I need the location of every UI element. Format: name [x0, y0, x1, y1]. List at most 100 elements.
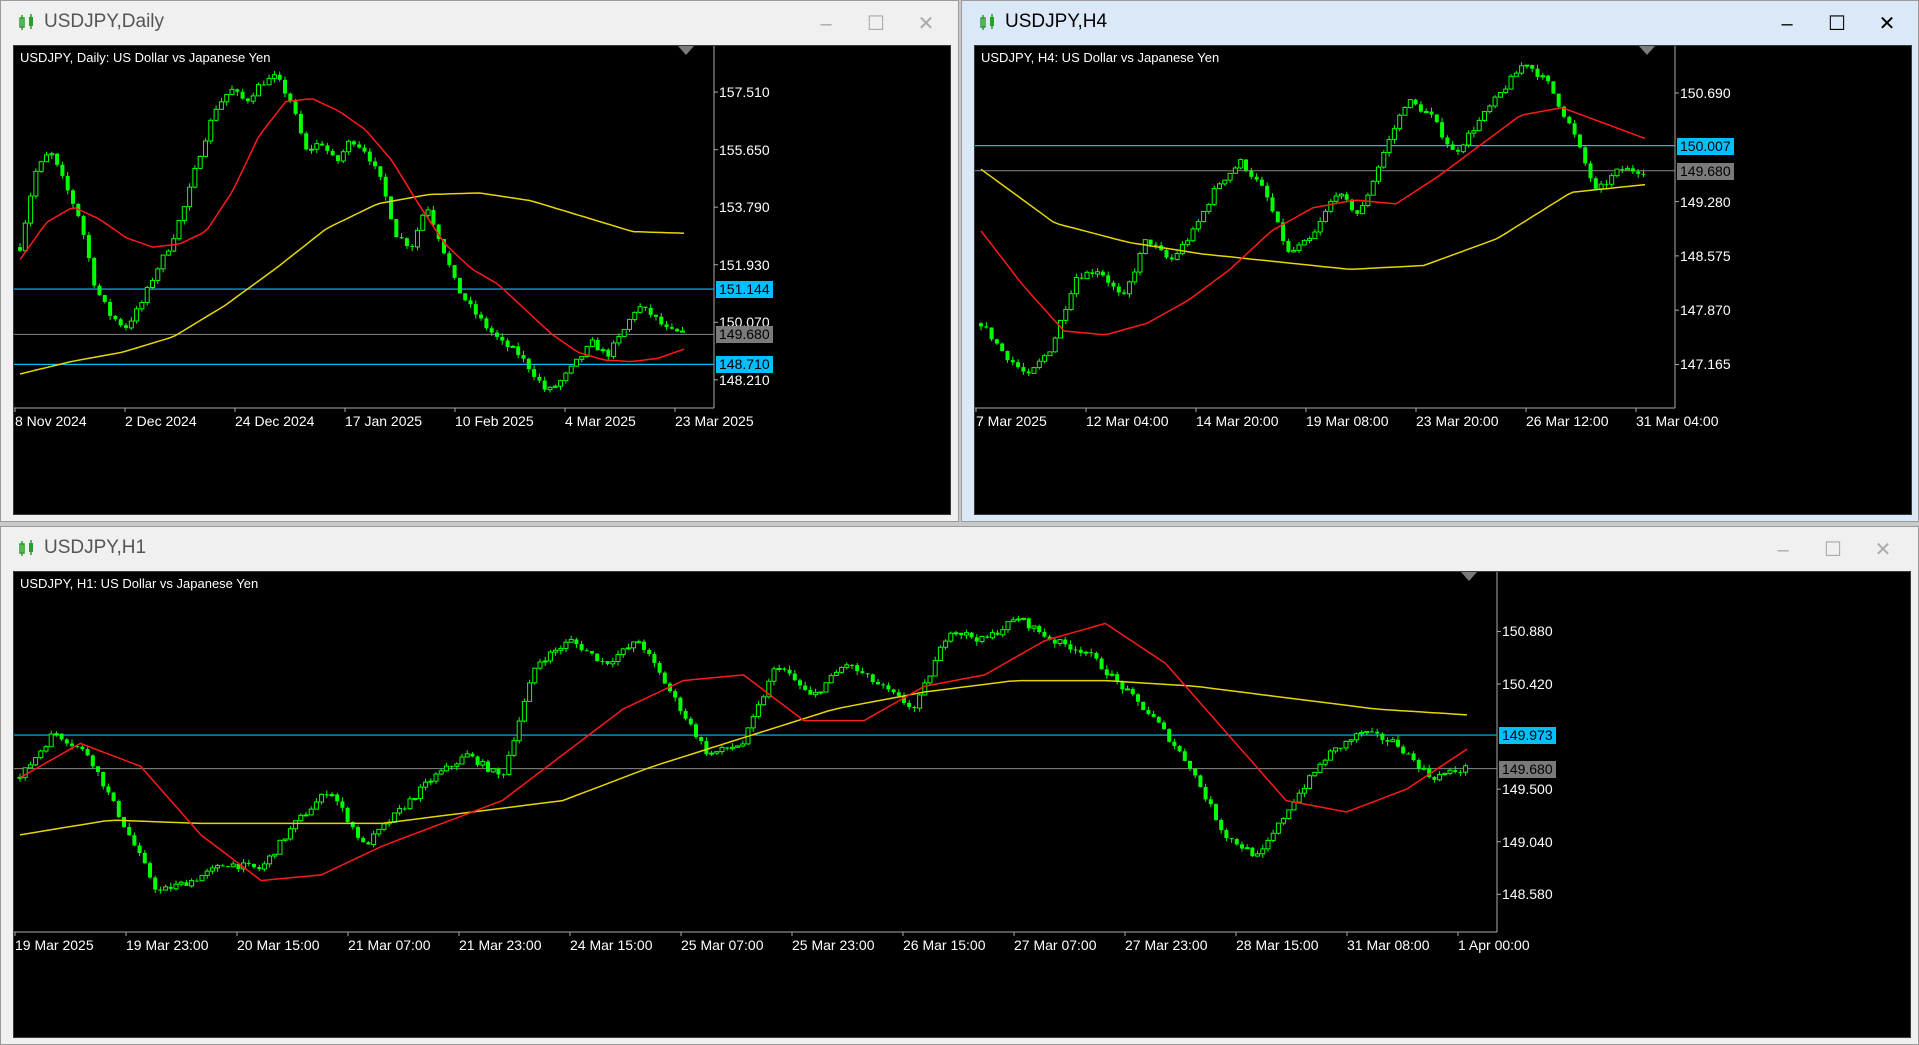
candle: [501, 773, 506, 779]
maximize-button[interactable]: ☐: [1818, 535, 1848, 565]
candle: [1193, 767, 1198, 779]
minimize-button[interactable]: –: [1768, 535, 1798, 565]
candle: [1381, 150, 1387, 169]
window-titlebar[interactable]: USDJPY,H4 – ☐ ✕: [962, 1, 1918, 45]
candle: [86, 231, 91, 262]
chart-window-daily[interactable]: USDJPY,Daily – ☐ ✕ USDJPY, Daily: US Dol…: [0, 0, 959, 522]
candle: [886, 682, 891, 692]
candle: [1234, 837, 1239, 846]
candle: [1182, 748, 1187, 762]
candle: [500, 333, 505, 345]
candle: [1232, 165, 1238, 174]
close-button[interactable]: ✕: [1872, 9, 1902, 39]
candle: [1244, 844, 1250, 850]
candle: [346, 139, 352, 155]
candle: [1614, 168, 1620, 178]
candle: [979, 322, 983, 331]
candle: [224, 93, 230, 106]
minimize-button[interactable]: –: [1772, 9, 1802, 39]
candle: [165, 249, 171, 256]
time-axis-label: 8 Nov 2024: [15, 413, 87, 429]
candle: [839, 666, 845, 674]
window-titlebar[interactable]: USDJPY,H1 – ☐ ✕: [1, 527, 1918, 571]
candle: [1057, 639, 1063, 647]
candle: [272, 853, 278, 859]
candle: [381, 823, 387, 832]
candle: [1588, 161, 1593, 183]
candle: [447, 250, 452, 268]
candle: [553, 647, 559, 656]
candle: [683, 708, 688, 721]
candle: [1259, 176, 1264, 187]
time-axis-label: 2 Dec 2024: [125, 413, 197, 429]
candle: [755, 700, 761, 719]
candle: [1370, 727, 1374, 733]
candle: [1567, 115, 1572, 125]
candle: [1201, 210, 1207, 223]
candle: [97, 283, 102, 296]
chart-window-h4[interactable]: USDJPY,H4 – ☐ ✕ USDJPY, H4: US Dollar vs…: [961, 0, 1919, 522]
candle: [1188, 760, 1192, 772]
candle: [173, 880, 179, 891]
candle: [589, 336, 595, 348]
candle: [132, 832, 137, 847]
candle: [443, 762, 449, 772]
maximize-button[interactable]: ☐: [1822, 9, 1852, 39]
minimize-button[interactable]: –: [811, 9, 841, 39]
candle: [1047, 351, 1053, 357]
chart-shift-marker-icon[interactable]: [678, 46, 694, 55]
chart-canvas[interactable]: USDJPY, Daily: US Dollar vs Japanese Yen…: [13, 45, 951, 515]
chart-canvas[interactable]: USDJPY, H1: US Dollar vs Japanese Yen 15…: [13, 571, 1911, 1038]
chart-shift-marker-icon[interactable]: [1461, 572, 1477, 581]
candle: [324, 790, 329, 799]
time-axis-label: 14 Mar 20:00: [1196, 413, 1279, 429]
close-button[interactable]: ✕: [911, 9, 941, 39]
candle: [148, 861, 152, 879]
chart-canvas[interactable]: USDJPY, H4: US Dollar vs Japanese Yen 15…: [974, 45, 1912, 515]
candle: [176, 219, 182, 241]
candle: [1162, 720, 1166, 730]
candle: [792, 670, 797, 682]
price-chart-svg[interactable]: [14, 572, 1910, 1037]
chart-window-h1[interactable]: USDJPY,H1 – ☐ ✕ USDJPY, H1: US Dollar vs…: [0, 526, 1919, 1045]
candle: [600, 658, 605, 665]
time-axis-label: 1 Apr 00:00: [1458, 937, 1530, 953]
candle: [1437, 771, 1443, 782]
window-titlebar[interactable]: USDJPY,Daily – ☐ ✕: [1, 1, 958, 45]
candle: [563, 371, 569, 384]
candle: [1122, 289, 1127, 296]
candle: [1370, 180, 1376, 196]
candle: [351, 140, 356, 147]
candle: [376, 828, 382, 837]
candle: [620, 648, 626, 658]
candle: [1583, 145, 1588, 166]
moving-average-slow-line: [980, 168, 1646, 271]
candle: [1416, 758, 1421, 773]
candle: [1010, 616, 1016, 623]
chart-shift-marker-icon[interactable]: [1639, 46, 1655, 55]
candlestick-chart-icon: [980, 14, 994, 30]
candle: [1203, 783, 1208, 802]
close-button[interactable]: ✕: [1868, 535, 1898, 565]
price-chart-svg[interactable]: [975, 46, 1911, 514]
candle: [457, 277, 462, 294]
candle: [410, 244, 415, 252]
candle: [1255, 850, 1261, 857]
time-axis-label: 19 Mar 2025: [15, 937, 94, 953]
price-axis-label: 150.690: [1680, 84, 1731, 101]
candle: [108, 299, 113, 320]
candle: [1322, 758, 1328, 767]
candle: [1386, 135, 1392, 157]
candle: [116, 799, 121, 819]
price-chart-svg[interactable]: [14, 46, 950, 514]
candle: [740, 740, 746, 748]
candle: [627, 318, 632, 332]
candle: [865, 672, 870, 678]
candle: [1156, 716, 1161, 724]
candle: [1296, 241, 1302, 253]
time-axis-label: 21 Mar 23:00: [459, 937, 542, 953]
candle: [605, 660, 610, 666]
candle: [1206, 202, 1212, 215]
maximize-button[interactable]: ☐: [861, 9, 891, 39]
candle: [102, 294, 107, 304]
